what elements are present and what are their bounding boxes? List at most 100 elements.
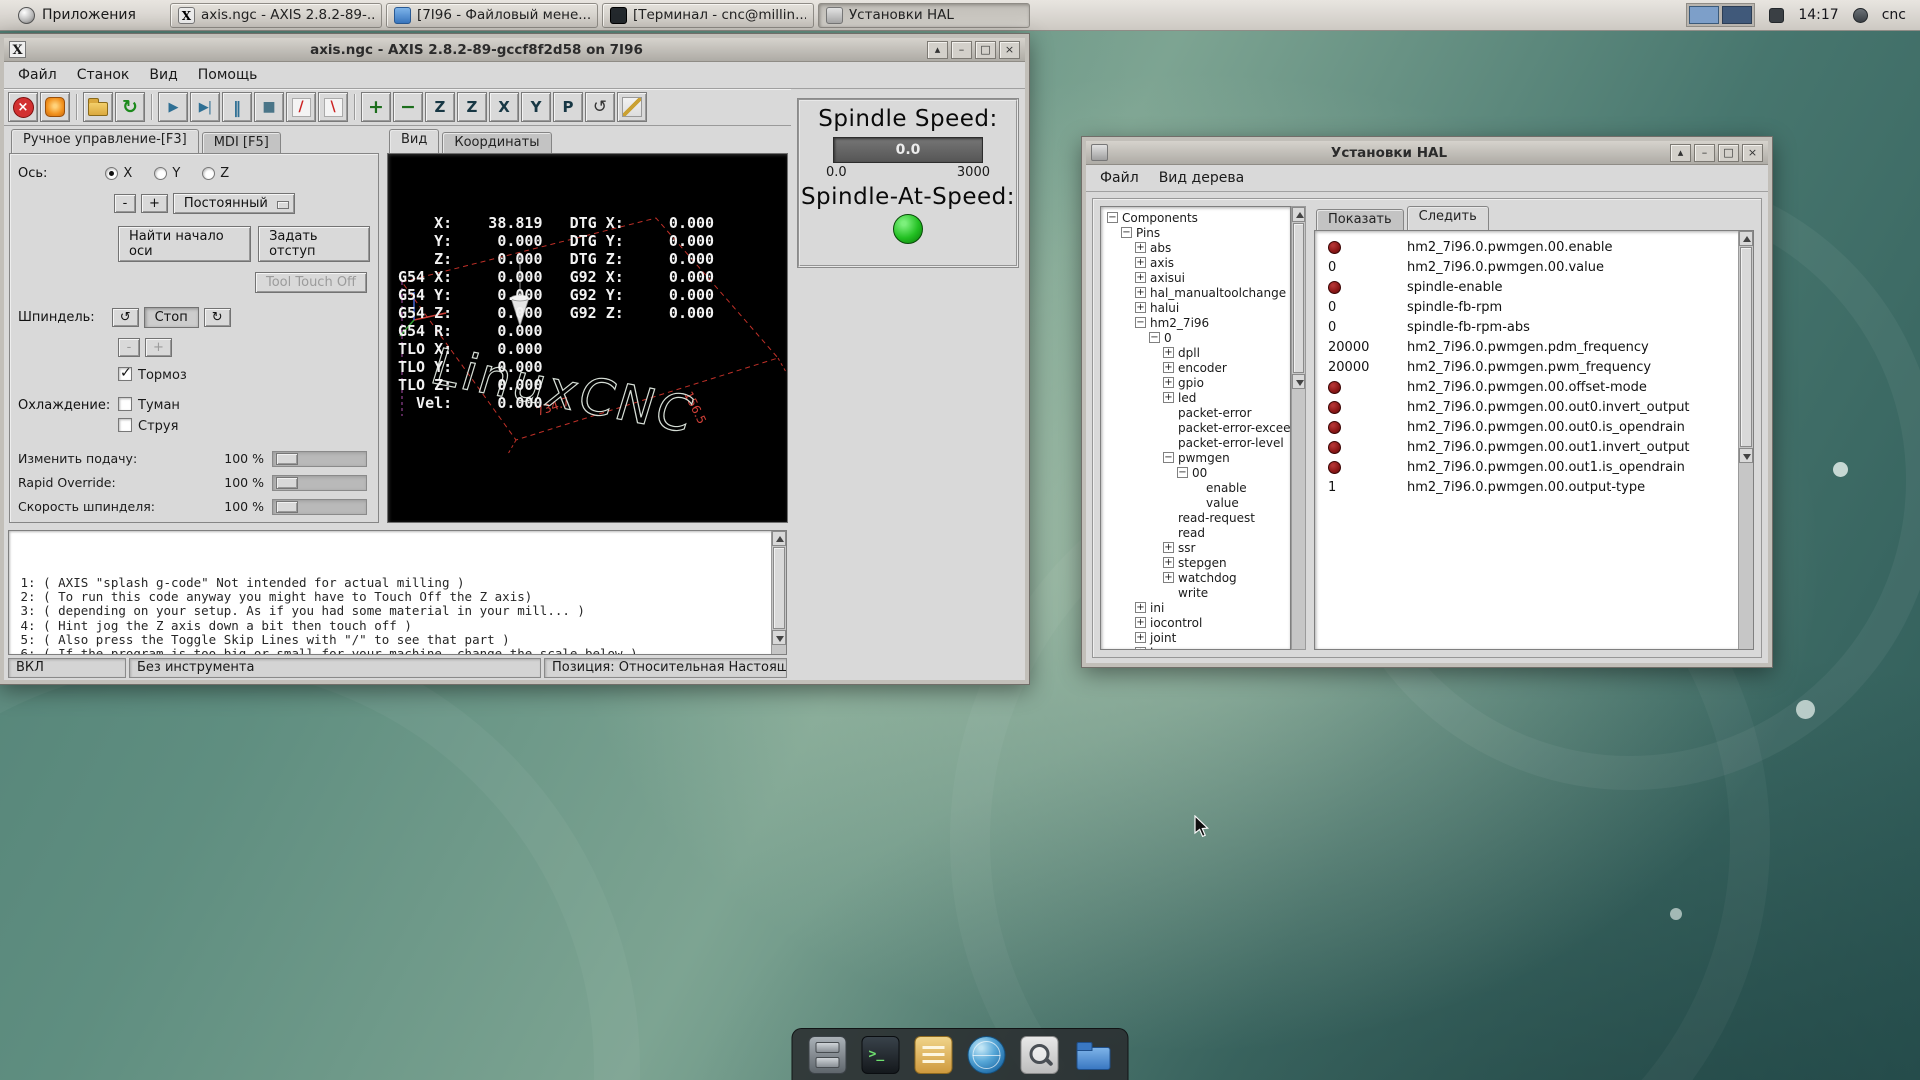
workspace-1[interactable] [1689, 6, 1719, 24]
axis-titlebar[interactable]: X axis.ngc - AXIS 2.8.2-89-gccf8f2d58 on… [4, 38, 1025, 62]
tree-item[interactable]: read [1101, 525, 1290, 540]
watch-row[interactable]: 0 spindle-fb-rpm-abs [1315, 317, 1735, 337]
menu-item[interactable]: Вид [139, 63, 187, 87]
pause-button[interactable]: ‖ [222, 92, 252, 122]
tree-expand-icon[interactable]: − [1163, 452, 1174, 463]
run-program-button[interactable]: ▶ [158, 92, 188, 122]
scrollbar-thumb[interactable] [1293, 223, 1304, 373]
shade-button[interactable]: ▴ [1670, 144, 1691, 162]
rotate-view-button[interactable]: ↺ [585, 92, 615, 122]
menu-item[interactable]: Помощь [188, 63, 268, 87]
applications-menu[interactable]: Приложения [8, 2, 146, 29]
taskbar-task[interactable]: X axis.ngc - AXIS 2.8.2-89-... [170, 3, 382, 28]
tree-expand-icon[interactable]: + [1135, 647, 1146, 650]
tree-item[interactable]: + abs [1101, 240, 1290, 255]
tab-preview[interactable]: Вид [389, 129, 439, 153]
maximize-button[interactable]: □ [975, 41, 996, 59]
slider-handle[interactable] [276, 453, 298, 465]
spindle-cw-button[interactable]: ↻ [204, 308, 231, 327]
dock-icon-web-browser[interactable] [968, 1036, 1006, 1074]
jog-increment-dropdown[interactable]: Постоянный [173, 193, 295, 214]
watch-row[interactable]: 20000 hm2_7i96.0.pwmgen.pdm_frequency [1315, 337, 1735, 357]
tree-item[interactable]: packet-error-level [1101, 435, 1290, 450]
tree-expand-icon[interactable]: + [1163, 542, 1174, 553]
optional-stop-button[interactable]: \ [318, 92, 348, 122]
tree-item[interactable]: + watchdog [1101, 570, 1290, 585]
scroll-down-icon[interactable] [772, 630, 786, 645]
watch-row[interactable]: 1 hm2_7i96.0.pwmgen.00.output-type [1315, 477, 1735, 497]
tree-item[interactable]: − hm2_7i96 [1101, 315, 1290, 330]
dock-icon-file-manager[interactable] [1074, 1036, 1112, 1074]
estop-button[interactable]: × [8, 92, 38, 122]
gcode-line[interactable]: 4: ( Hint jog the Z axis down a bit then… [13, 619, 768, 633]
close-button[interactable]: × [999, 41, 1020, 59]
tree-item[interactable]: write [1101, 585, 1290, 600]
watch-scrollbar[interactable] [1738, 231, 1753, 649]
slider-track[interactable] [272, 499, 367, 515]
tree-expand-icon[interactable]: + [1135, 257, 1146, 268]
dock-icon-text-editor[interactable] [915, 1036, 953, 1074]
taskbar-task[interactable]: Установки HAL [818, 3, 1030, 28]
view-y-button[interactable]: Y [521, 92, 551, 122]
tree-item[interactable]: + led [1101, 390, 1290, 405]
view-z2-button[interactable]: Z [457, 92, 487, 122]
mist-checkbox[interactable]: Туман [118, 397, 180, 413]
gcode-line[interactable]: 2: ( To run this code anyway you might h… [13, 590, 768, 604]
scroll-up-icon[interactable] [1292, 207, 1305, 222]
watch-row[interactable]: hm2_7i96.0.pwmgen.00.out0.invert_output [1315, 397, 1735, 417]
zoom-in-button[interactable]: + [361, 92, 391, 122]
menu-item[interactable]: Файл [8, 63, 67, 87]
tree-expand-icon[interactable]: + [1163, 572, 1174, 583]
gcode-line[interactable]: 1: ( AXIS "splash g-code" Not intended f… [13, 576, 768, 590]
home-axis-button[interactable]: Найти начало оси [118, 226, 251, 262]
tree-expand-icon[interactable]: − [1107, 212, 1118, 223]
scroll-up-icon[interactable] [1739, 231, 1753, 246]
minimize-button[interactable]: – [951, 41, 972, 59]
menu-item[interactable]: Вид дерева [1149, 166, 1254, 190]
gcode-listing[interactable]: 1: ( AXIS "splash g-code" Not intended f… [8, 530, 787, 655]
tree-item[interactable]: + axis [1101, 255, 1290, 270]
spindle-slower-button[interactable]: - [118, 338, 140, 357]
tab-dro[interactable]: Координаты [442, 132, 551, 153]
tree-expand-icon[interactable]: + [1163, 347, 1174, 358]
view-x-button[interactable]: X [489, 92, 519, 122]
tree-item[interactable]: value [1101, 495, 1290, 510]
axis-select-radio[interactable]: X [105, 166, 132, 181]
user-label[interactable]: cnc [1882, 7, 1906, 23]
tree-item[interactable]: read-request [1101, 510, 1290, 525]
menu-item[interactable]: Файл [1090, 166, 1149, 190]
shade-button[interactable]: ▴ [927, 41, 948, 59]
tree-item[interactable]: + hal_manualtoolchange [1101, 285, 1290, 300]
slider-handle[interactable] [276, 501, 298, 513]
scrollbar-thumb[interactable] [1740, 247, 1752, 447]
spindle-ccw-button[interactable]: ↺ [112, 308, 139, 327]
tree-item[interactable]: packet-error-exceeded [1101, 420, 1290, 435]
menu-item[interactable]: Станок [67, 63, 140, 87]
tree-item[interactable]: enable [1101, 480, 1290, 495]
scroll-down-icon[interactable] [1292, 374, 1305, 389]
scroll-up-icon[interactable] [772, 531, 786, 546]
spindle-stop-button[interactable]: Стоп [144, 307, 199, 328]
reload-file-button[interactable]: ↻ [115, 92, 145, 122]
tree-expand-icon[interactable]: − [1177, 467, 1188, 478]
hal-tab[interactable]: Следить [1407, 206, 1489, 230]
tree-expand-icon[interactable]: + [1135, 302, 1146, 313]
gcode-line[interactable]: 5: ( Also press the Toggle Skip Lines wi… [13, 633, 768, 647]
tab-mdi[interactable]: MDI [F5] [202, 132, 281, 153]
hal-tab[interactable]: Показать [1316, 209, 1404, 230]
preview-canvas[interactable]: 734.7 156.5 LinuxCNC [387, 153, 788, 523]
tree-expand-icon[interactable]: − [1149, 332, 1160, 343]
tree-expand-icon[interactable]: + [1135, 602, 1146, 613]
zoom-out-button[interactable]: − [393, 92, 423, 122]
workspace-2[interactable] [1722, 6, 1752, 24]
tree-expand-icon[interactable]: − [1121, 227, 1132, 238]
gcode-line[interactable]: 3: ( depending on your setup. As if you … [13, 604, 768, 618]
tree-expand-icon[interactable]: + [1135, 242, 1146, 253]
view-z-button[interactable]: Z [425, 92, 455, 122]
watch-row[interactable]: 0 hm2_7i96.0.pwmgen.00.value [1315, 257, 1735, 277]
gcode-scrollbar[interactable] [771, 531, 786, 654]
taskbar-task[interactable]: [Терминал - cnc@millin... [602, 3, 814, 28]
tree-item[interactable]: + ssr [1101, 540, 1290, 555]
tree-scrollbar[interactable] [1291, 206, 1306, 650]
tree-item[interactable]: + encoder [1101, 360, 1290, 375]
